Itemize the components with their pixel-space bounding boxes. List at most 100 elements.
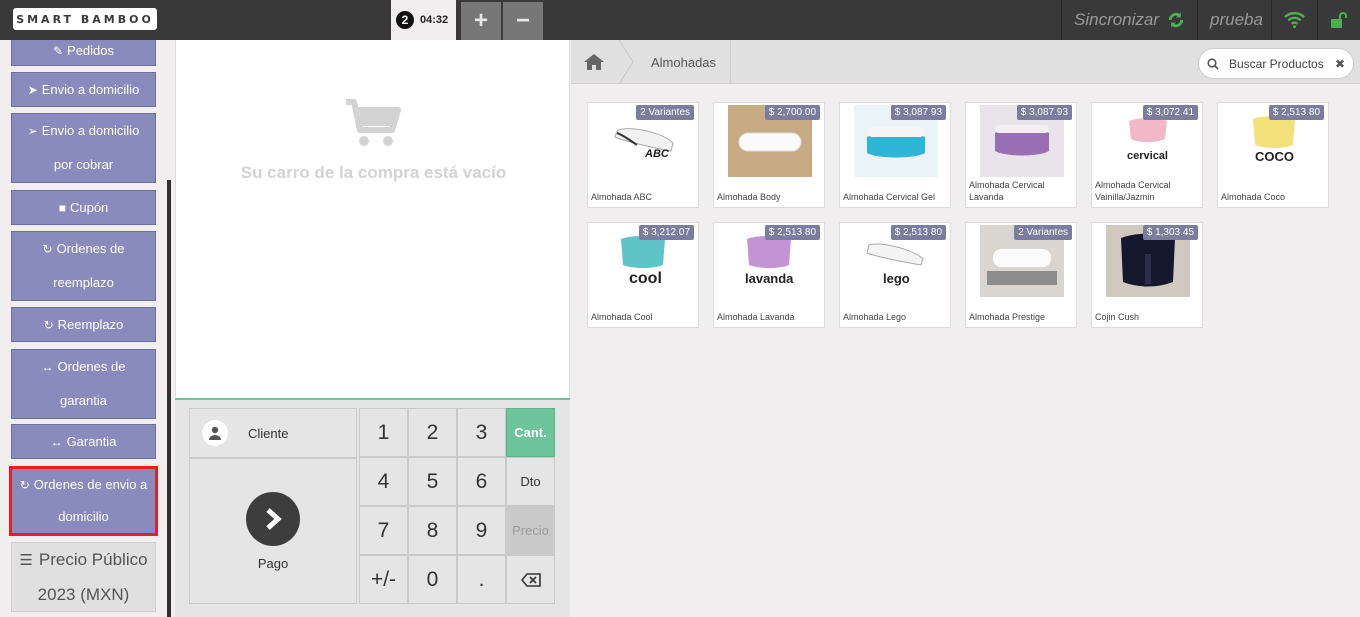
garantia-button[interactable]: ↔ Garantia bbox=[11, 424, 156, 459]
search-icon bbox=[1207, 57, 1219, 70]
numpad-dot-key[interactable]: . bbox=[457, 555, 506, 604]
product-card[interactable]: lavanda $ 2,513.80 Almohada Lavanda bbox=[713, 222, 825, 328]
numpad-key-4[interactable]: 4 bbox=[359, 457, 408, 506]
product-badge: $ 2,513.80 bbox=[1268, 105, 1324, 120]
product-card[interactable]: COCO $ 2,513.80 Almohada Coco bbox=[1217, 102, 1329, 208]
cart-empty-text: Su carro de la compra está vacío bbox=[240, 163, 507, 182]
payment-button[interactable]: Pago bbox=[189, 458, 357, 604]
arrows-horizontal-icon: ↔ bbox=[41, 360, 54, 374]
numpad-key-9[interactable]: 9 bbox=[457, 506, 506, 555]
product-badge: $ 3,087.93 bbox=[1016, 105, 1072, 120]
order-tab[interactable]: 2 04:32 bbox=[391, 0, 456, 40]
gift-icon: ■ bbox=[58, 200, 66, 215]
numpad-key-5[interactable]: 5 bbox=[408, 457, 457, 506]
breadcrumb-category[interactable]: Almohadas bbox=[637, 40, 732, 84]
product-name: Almohada Cervical Vainilla/Jazmin bbox=[1095, 180, 1171, 202]
product-badge: $ 1,303.45 bbox=[1142, 225, 1198, 240]
sync-label: Sincronizar bbox=[1074, 10, 1160, 29]
product-name: Almohada Lego bbox=[843, 312, 907, 322]
product-card[interactable]: cervical $ 3,072.41 Almohada Cervical Va… bbox=[1091, 102, 1203, 208]
numpad-key-3[interactable]: 3 bbox=[457, 408, 506, 457]
discount-mode-button[interactable]: Dto bbox=[506, 457, 555, 506]
svg-text:ABC: ABC bbox=[644, 148, 670, 160]
send-icon: ➤ bbox=[27, 82, 38, 97]
product-badge: $ 2,513.80 bbox=[890, 225, 946, 240]
numpad-key-1[interactable]: 1 bbox=[359, 408, 408, 457]
customer-label: Cliente bbox=[248, 425, 289, 441]
product-name: Almohada Prestige bbox=[969, 312, 1046, 322]
ordenes-reemplazo-button[interactable]: ↻ Ordenes de reemplazo bbox=[11, 231, 156, 301]
breadcrumb-separator bbox=[618, 40, 634, 84]
numpad-key-2[interactable]: 2 bbox=[408, 408, 457, 457]
quantity-mode-button[interactable]: Cant. bbox=[506, 408, 555, 457]
paperclip-icon: ✎ bbox=[52, 44, 64, 58]
clear-search-icon[interactable]: ✖ bbox=[1335, 57, 1345, 71]
customer-button[interactable]: Cliente bbox=[189, 408, 357, 458]
search-box[interactable]: Buscar Productos ✖ bbox=[1198, 48, 1354, 79]
numpad-sign-key[interactable]: +/- bbox=[359, 555, 408, 604]
top-bar: SMART BAMBOO 2 04:32 + − Sincronizar pru… bbox=[0, 0, 1360, 40]
numpad-key-0[interactable]: 0 bbox=[408, 555, 457, 604]
wifi-icon[interactable] bbox=[1271, 0, 1317, 40]
product-badge: $ 2,513.80 bbox=[764, 225, 820, 240]
home-icon[interactable] bbox=[571, 40, 617, 84]
cart-empty-state: Su carro de la compra está vacío bbox=[176, 98, 571, 183]
svg-text:cervical: cervical bbox=[1127, 150, 1168, 162]
product-card[interactable]: ABC 2 Variantes Almohada ABC bbox=[587, 102, 699, 208]
breadcrumb: Almohadas Buscar Productos ✖ bbox=[571, 40, 1360, 84]
user-icon bbox=[202, 420, 228, 446]
app-logo: SMART BAMBOO bbox=[13, 8, 157, 30]
backspace-icon bbox=[520, 572, 541, 587]
product-name: Almohada Coco bbox=[1221, 192, 1286, 202]
envio-domicilio-button[interactable]: ➤ Envio a domicilio bbox=[11, 72, 156, 107]
product-card[interactable]: $ 3,087.93 Almohada Cervical Lavanda bbox=[965, 102, 1077, 208]
cupon-button[interactable]: ■ Cupón bbox=[11, 190, 156, 225]
numpad-key-7[interactable]: 7 bbox=[359, 506, 408, 555]
product-card[interactable]: $ 1,303.45 Cojin Cush bbox=[1091, 222, 1203, 328]
product-badge: $ 3,072.41 bbox=[1142, 105, 1198, 120]
product-badge: $ 3,087.93 bbox=[890, 105, 946, 120]
numpad-key-6[interactable]: 6 bbox=[457, 457, 506, 506]
add-order-button[interactable]: + bbox=[461, 2, 501, 40]
svg-text:cool: cool bbox=[629, 270, 662, 287]
unlock-icon[interactable] bbox=[1317, 0, 1360, 40]
product-name: Almohada Cervical Gel bbox=[843, 192, 936, 202]
list-icon: ☰ bbox=[19, 551, 33, 569]
top-right-actions: Sincronizar prueba bbox=[1061, 0, 1360, 40]
products-panel: Almohadas Buscar Productos ✖ ABC 2 Varia… bbox=[571, 40, 1360, 617]
product-badge: $ 2,700.00 bbox=[764, 105, 820, 120]
payment-label: Pago bbox=[257, 555, 289, 571]
refresh-icon: ↻ bbox=[42, 242, 53, 256]
backspace-button[interactable] bbox=[506, 555, 555, 604]
user-label[interactable]: prueba bbox=[1197, 0, 1271, 40]
product-badge: 2 Variantes bbox=[636, 105, 694, 120]
product-card[interactable]: cool $ 3,212.07 Almohada Cool bbox=[587, 222, 699, 328]
product-card[interactable]: 2 Variantes Almohada Prestige bbox=[965, 222, 1077, 328]
sidebar: ✎ Pedidos ➤ Envio a domicilio ➢ Envio a dom… bbox=[0, 40, 171, 617]
product-card[interactable]: $ 2,700.00 Almohada Body bbox=[713, 102, 825, 208]
pedidos-button[interactable]: ✎ Pedidos bbox=[11, 40, 156, 66]
product-name: Almohada Cool bbox=[591, 312, 653, 322]
chevron-right-icon bbox=[246, 491, 300, 546]
remove-order-button[interactable]: − bbox=[503, 2, 543, 40]
search-input[interactable]: Buscar Productos bbox=[1229, 57, 1324, 71]
numpad-key-8[interactable]: 8 bbox=[408, 506, 457, 555]
sync-button[interactable]: Sincronizar bbox=[1061, 0, 1197, 40]
product-badge: 2 Variantes bbox=[1014, 225, 1072, 240]
numpad: 1 2 3 Cant. 4 5 6 Dto 7 8 9 Precio +/- 0… bbox=[359, 408, 555, 604]
product-name: Almohada Lavanda bbox=[717, 312, 795, 322]
price-mode-button[interactable]: Precio bbox=[506, 506, 555, 555]
product-name: Almohada Body bbox=[717, 192, 781, 202]
product-name: Almohada ABC bbox=[591, 192, 653, 202]
sync-icon bbox=[1168, 12, 1184, 28]
envio-por-cobrar-button[interactable]: ➢ Envio a domicilio por cobrar bbox=[11, 113, 156, 183]
send-outline-icon: ➢ bbox=[27, 124, 38, 138]
product-card[interactable]: lego $ 2,513.80 Almohada Lego bbox=[839, 222, 951, 328]
product-card[interactable]: $ 3,087.93 Almohada Cervical Gel bbox=[839, 102, 951, 208]
price-list-selector[interactable]: ☰ Precio Público 2023 (MXN) bbox=[11, 542, 156, 612]
product-name: Almohada Cervical Lavanda bbox=[969, 180, 1045, 202]
ordenes-garantia-button[interactable]: ↔ Ordenes de garantia bbox=[11, 349, 156, 419]
reemplazo-button[interactable]: ↻ Reemplazo bbox=[11, 307, 156, 342]
sidebar-scrollbar[interactable] bbox=[167, 180, 171, 617]
ordenes-envio-domicilio-button[interactable]: ↻ Ordenes de envio a domicilio bbox=[9, 466, 158, 536]
